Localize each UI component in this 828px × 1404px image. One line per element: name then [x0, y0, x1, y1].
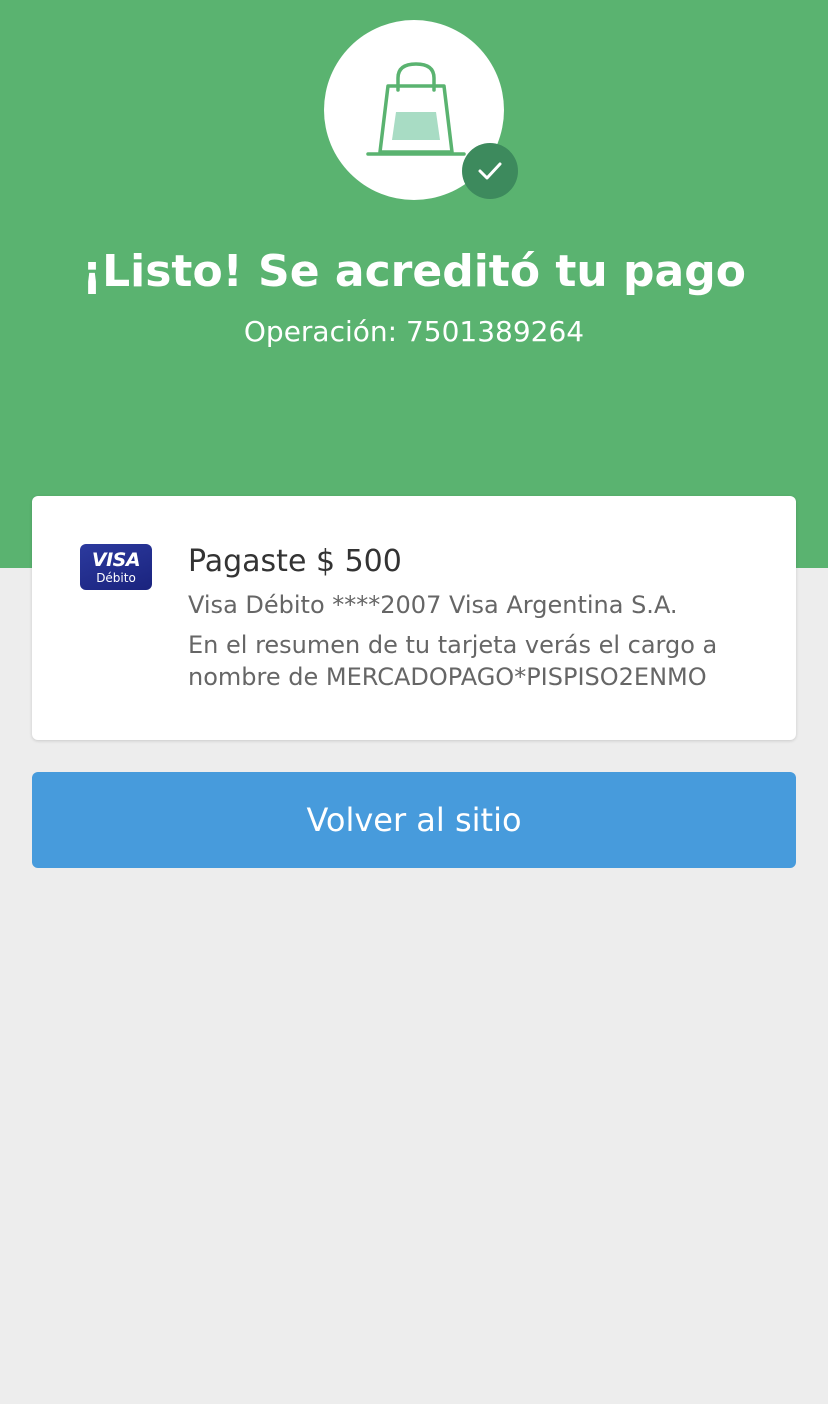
- back-to-site-button[interactable]: Volver al sitio: [32, 772, 796, 868]
- success-header: ¡Listo! Se acreditó tu pago Operación: 7…: [0, 0, 828, 568]
- page-title: ¡Listo! Se acreditó tu pago: [82, 246, 746, 297]
- paid-amount: Pagaste $ 500: [188, 544, 402, 579]
- payment-summary-card: VISA Débito Pagaste $ 500 Visa Débito **…: [32, 496, 796, 740]
- statement-note: En el resumen de tu tarjeta verás el car…: [188, 631, 718, 691]
- card-brand-label: VISA: [91, 549, 141, 571]
- check-badge: [462, 143, 518, 199]
- shopping-bag-icon: [366, 62, 466, 156]
- visa-debit-logo: VISA Débito: [80, 544, 152, 590]
- operation-number: Operación: 7501389264: [243, 315, 585, 348]
- card-type-label: Débito: [96, 571, 136, 585]
- card-details: Visa Débito ****2007 Visa Argentina S.A.: [188, 591, 678, 619]
- check-icon: [478, 162, 502, 180]
